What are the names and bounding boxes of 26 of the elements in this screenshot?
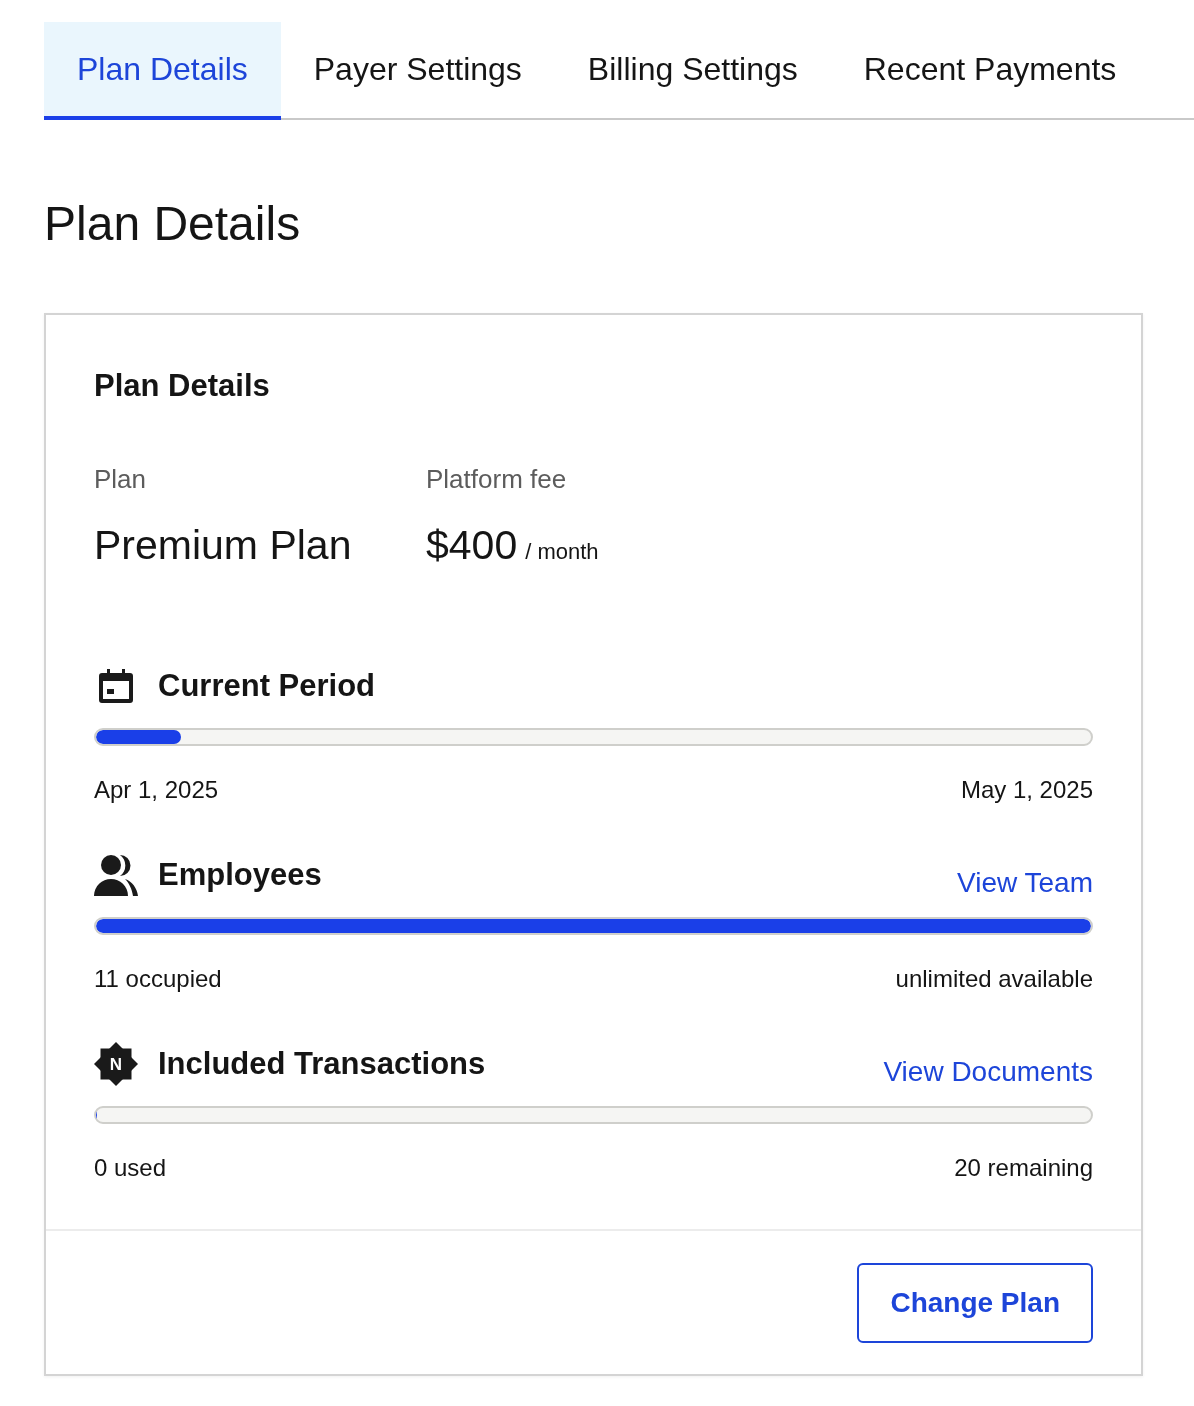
progress-start-text: Apr 1, 2025 — [94, 775, 219, 805]
star-badge-icon: N — [94, 1042, 138, 1086]
field-value: Premium Plan — [94, 521, 352, 569]
section-title: Employees — [158, 856, 322, 894]
section-title: Included Transactions — [158, 1045, 486, 1083]
tab[interactable]: Plan Details — [44, 22, 281, 120]
field-label: Plan — [94, 463, 147, 495]
card-title: Plan Details — [94, 368, 270, 404]
progress-end-text: May 1, 2025 — [960, 775, 1093, 805]
progress-start-text: 0 used — [94, 1153, 167, 1183]
price-value: $400 — [426, 521, 518, 569]
tab[interactable]: Billing Settings — [554, 22, 831, 120]
tab[interactable]: Recent Payments — [830, 22, 1150, 120]
page-title: Plan Details — [44, 196, 301, 252]
progress-start-text: 11 occupied — [94, 964, 222, 994]
progress-end-text: 20 remaining — [954, 1153, 1093, 1183]
progress-end-text: unlimited available — [895, 964, 1093, 994]
calendar-icon — [99, 669, 133, 703]
people-icon — [94, 854, 138, 896]
view-team-link[interactable]: View Team — [957, 866, 1093, 900]
view-documents-link[interactable]: View Documents — [883, 1055, 1093, 1089]
field-label: Platform fee — [426, 463, 567, 495]
change-plan-button[interactable]: Change Plan — [857, 1263, 1093, 1343]
tab[interactable]: Payer Settings — [280, 22, 555, 120]
section-title: Current Period — [158, 667, 376, 705]
price-unit: / month — [525, 538, 599, 566]
